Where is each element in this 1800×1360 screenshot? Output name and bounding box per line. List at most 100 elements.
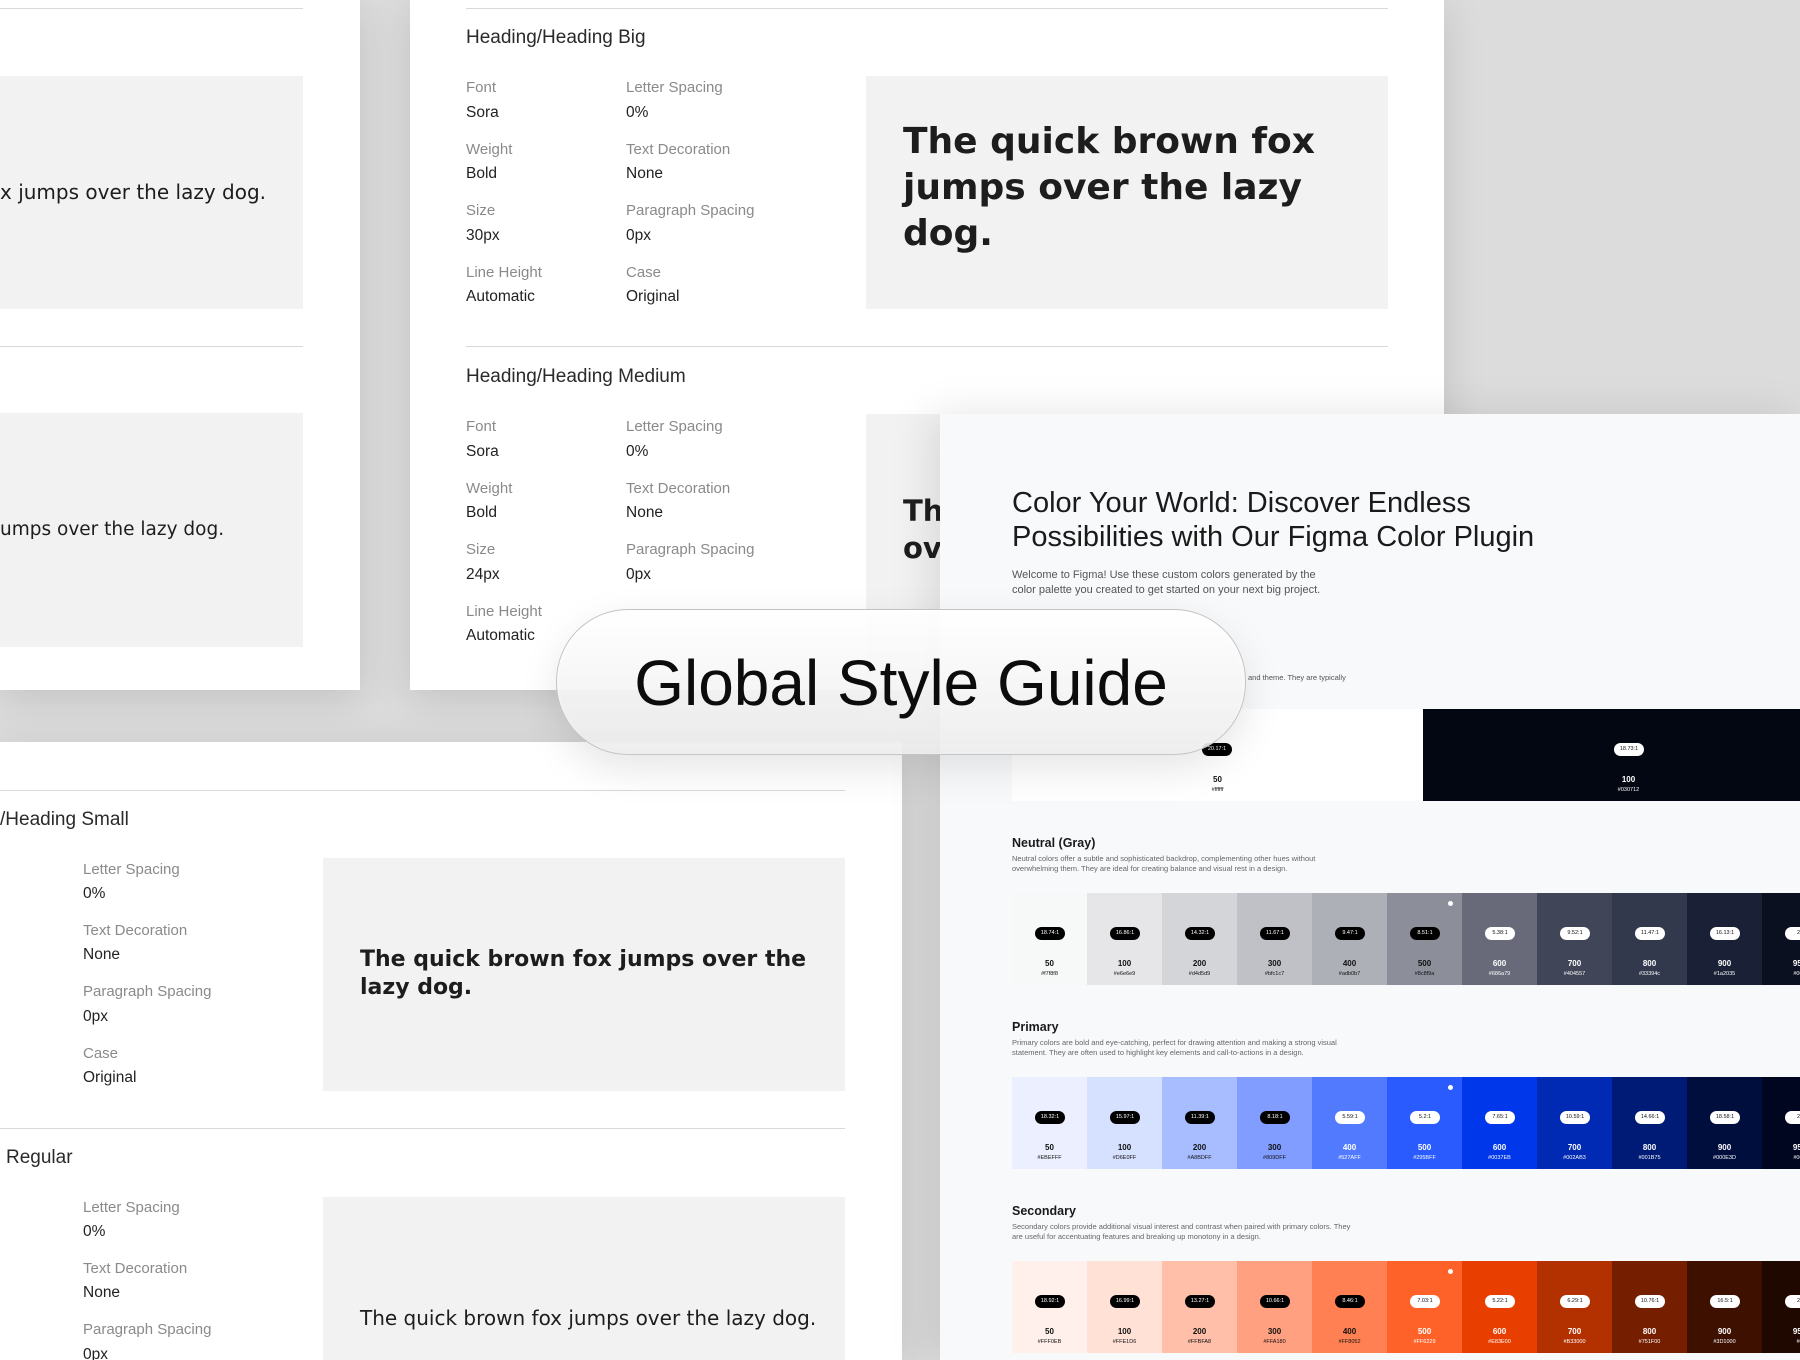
contrast-pill: 8.46:1 [1335,1295,1365,1308]
color-swatch[interactable]: 5.2:1 500 #295BFF [1387,1077,1462,1169]
contrast-pill: 16.5:1 [1710,1295,1740,1308]
swatch-hex: #FFF0EB [1037,1339,1062,1345]
color-plugin-intro-fragment: and theme. They are typically [1248,673,1346,682]
swatch-step: 900 [1717,1143,1732,1152]
contrast-pill: 18.58:1 [1710,1111,1740,1124]
hero-title: Global Style Guide [634,647,1168,719]
sample-line: Th [903,494,944,528]
swatch-step: 50 [1045,959,1054,968]
contrast-pill: 18.32:1 [1035,1111,1065,1124]
size-label: Size [466,541,496,558]
paragraph-spacing-label: Paragraph Spacing [626,202,755,219]
contrast-pill: 7.65:1 [1485,1111,1515,1124]
swatch-hex: #adb0b7 [1338,971,1361,977]
paragraph-spacing-label: Paragraph Spacing [626,541,755,558]
color-swatch[interactable]: 8.46:1 400 #FF8052 [1312,1261,1387,1353]
color-swatch[interactable]: 8.51:1 500 #8c8f9a [1387,893,1462,985]
weight-label: Weight [466,141,513,158]
color-swatch[interactable]: 14.32:1 200 #d4d5d9 [1162,893,1237,985]
swatch-hex: #000 [1793,1155,1800,1161]
color-swatch[interactable]: 18.74:1 50 #f7f8f8 [1012,893,1087,985]
text-decoration-label: Text Decoration [83,1260,188,1277]
swatch-hex: #030712 [1617,787,1640,793]
swatch-step: 500 [1417,959,1432,968]
swatch-hex: #295BFF [1413,1155,1436,1161]
size-value: 24px [466,566,500,583]
color-swatch[interactable]: 11.47:1 800 #33394c [1612,893,1687,985]
color-swatch[interactable]: 9.47:1 400 #adb0b7 [1312,893,1387,985]
color-swatch[interactable]: 18.92:1 50 #FFF0EB [1012,1261,1087,1353]
color-swatch[interactable]: 20 950 #000 [1762,893,1800,985]
swatch-step: 300 [1267,1327,1282,1336]
color-swatch[interactable]: 10.66:1 300 #FFA180 [1237,1261,1312,1353]
letter-spacing-label: Letter Spacing [83,861,180,878]
swatch-step: 500 [1417,1327,1432,1336]
color-swatch[interactable]: 15.97:1 100 #D6E0FF [1087,1077,1162,1169]
swatch-row-secondary: 18.92:1 50 #FFF0EB 16.99:1 100 #FFE1D6 13.27:1… [1012,1261,1800,1353]
color-plugin-title: Color Your World: Discover Endless Possi… [1012,487,1535,553]
swatch-step: 700 [1567,1143,1582,1152]
color-swatch[interactable]: 20 950 #000 [1762,1077,1800,1169]
contrast-pill: 11.39:1 [1185,1111,1215,1124]
swatch-step: 100 [1621,775,1636,784]
color-swatch[interactable]: 11.67:1 300 #bfc1c7 [1237,893,1312,985]
divider [0,8,303,9]
swatch-step: 400 [1342,1327,1357,1336]
swatch-step: 100 [1117,1143,1132,1152]
contrast-pill: 5.38:1 [1485,927,1515,940]
color-swatch[interactable]: 16.5:1 900 #3D1000 [1687,1261,1762,1353]
color-swatch[interactable]: 13.27:1 200 #FFBFA8 [1162,1261,1237,1353]
case-value: Original [626,288,680,305]
color-swatch[interactable]: 14.66:1 800 #001B75 [1612,1077,1687,1169]
color-swatch[interactable]: 6.29:1 700 #B33000 [1537,1261,1612,1353]
color-swatch[interactable]: 20 950 #0 [1762,1261,1800,1353]
swatch-step: 950 [1792,1143,1800,1152]
base-swatch-dark: 18.73:1 100 #030712 [1423,709,1800,801]
color-swatch[interactable]: 5.38:1 600 #686a79 [1462,893,1537,985]
swatch-step: 500 [1417,1143,1432,1152]
palette-title-secondary: Secondary [1012,1204,1076,1218]
selected-dot-icon [1448,1085,1453,1090]
color-swatch[interactable]: 7.65:1 600 #0037EB [1462,1077,1537,1169]
contrast-pill: 8.18:1 [1260,1111,1290,1124]
contrast-pill: 5.22:1 [1485,1295,1515,1308]
color-swatch[interactable]: 18.32:1 50 #EBEFFF [1012,1077,1087,1169]
swatch-step: 950 [1792,959,1800,968]
color-swatch[interactable]: 10.59:1 700 #002AB3 [1537,1077,1612,1169]
swatch-hex: #e6e6e9 [1113,971,1136,977]
color-swatch[interactable]: 8.18:1 300 #809DFF [1237,1077,1312,1169]
swatch-hex: #FFE1D6 [1112,1339,1137,1345]
text-decoration-label: Text Decoration [626,480,731,497]
palette-description-neutral: Neutral colors offer a subtle and sophis… [1012,854,1316,873]
swatch-step: 100 [1117,959,1132,968]
swatch-hex: #FF8052 [1338,1339,1361,1345]
line-height-value: Automatic [466,288,535,305]
palette-title-primary: Primary [1012,1020,1059,1034]
letter-spacing-label: Letter Spacing [83,1199,180,1216]
swatch-step: 200 [1192,1327,1207,1336]
divider [466,8,1388,9]
swatch-hex: #A8BDFF [1187,1155,1212,1161]
color-swatch[interactable]: 7.03:1 500 #FF6229 [1387,1261,1462,1353]
swatch-hex: #8c8f9a [1414,971,1435,977]
swatch-hex: #002AB3 [1563,1155,1586,1161]
contrast-pill: 10.66:1 [1260,1295,1290,1308]
color-swatch[interactable]: 18.58:1 900 #000E3D [1687,1077,1762,1169]
contrast-pill: 20 [1785,1111,1800,1124]
color-swatch[interactable]: 16.99:1 100 #FFE1D6 [1087,1261,1162,1353]
swatch-step: 600 [1492,1143,1507,1152]
color-swatch[interactable]: 5.22:1 600 #E83E00 [1462,1261,1537,1353]
paragraph-spacing-value: 0px [626,227,651,244]
color-swatch[interactable]: 9.52:1 700 #404557 [1537,893,1612,985]
color-swatch[interactable]: 10.76:1 800 #751F00 [1612,1261,1687,1353]
color-swatch[interactable]: 16.13:1 900 #1a2035 [1687,893,1762,985]
section-title-regular: Regular [6,1147,73,1168]
swatch-hex: #0 [1796,1339,1800,1345]
weight-value: Bold [466,504,498,521]
color-swatch[interactable]: 5.59:1 400 #527AFF [1312,1077,1387,1169]
contrast-pill: 16.86:1 [1110,927,1140,940]
swatch-step: 700 [1567,959,1582,968]
contrast-pill: 13.27:1 [1185,1295,1215,1308]
color-swatch[interactable]: 16.86:1 100 #e6e6e9 [1087,893,1162,985]
color-swatch[interactable]: 11.39:1 200 #A8BDFF [1162,1077,1237,1169]
